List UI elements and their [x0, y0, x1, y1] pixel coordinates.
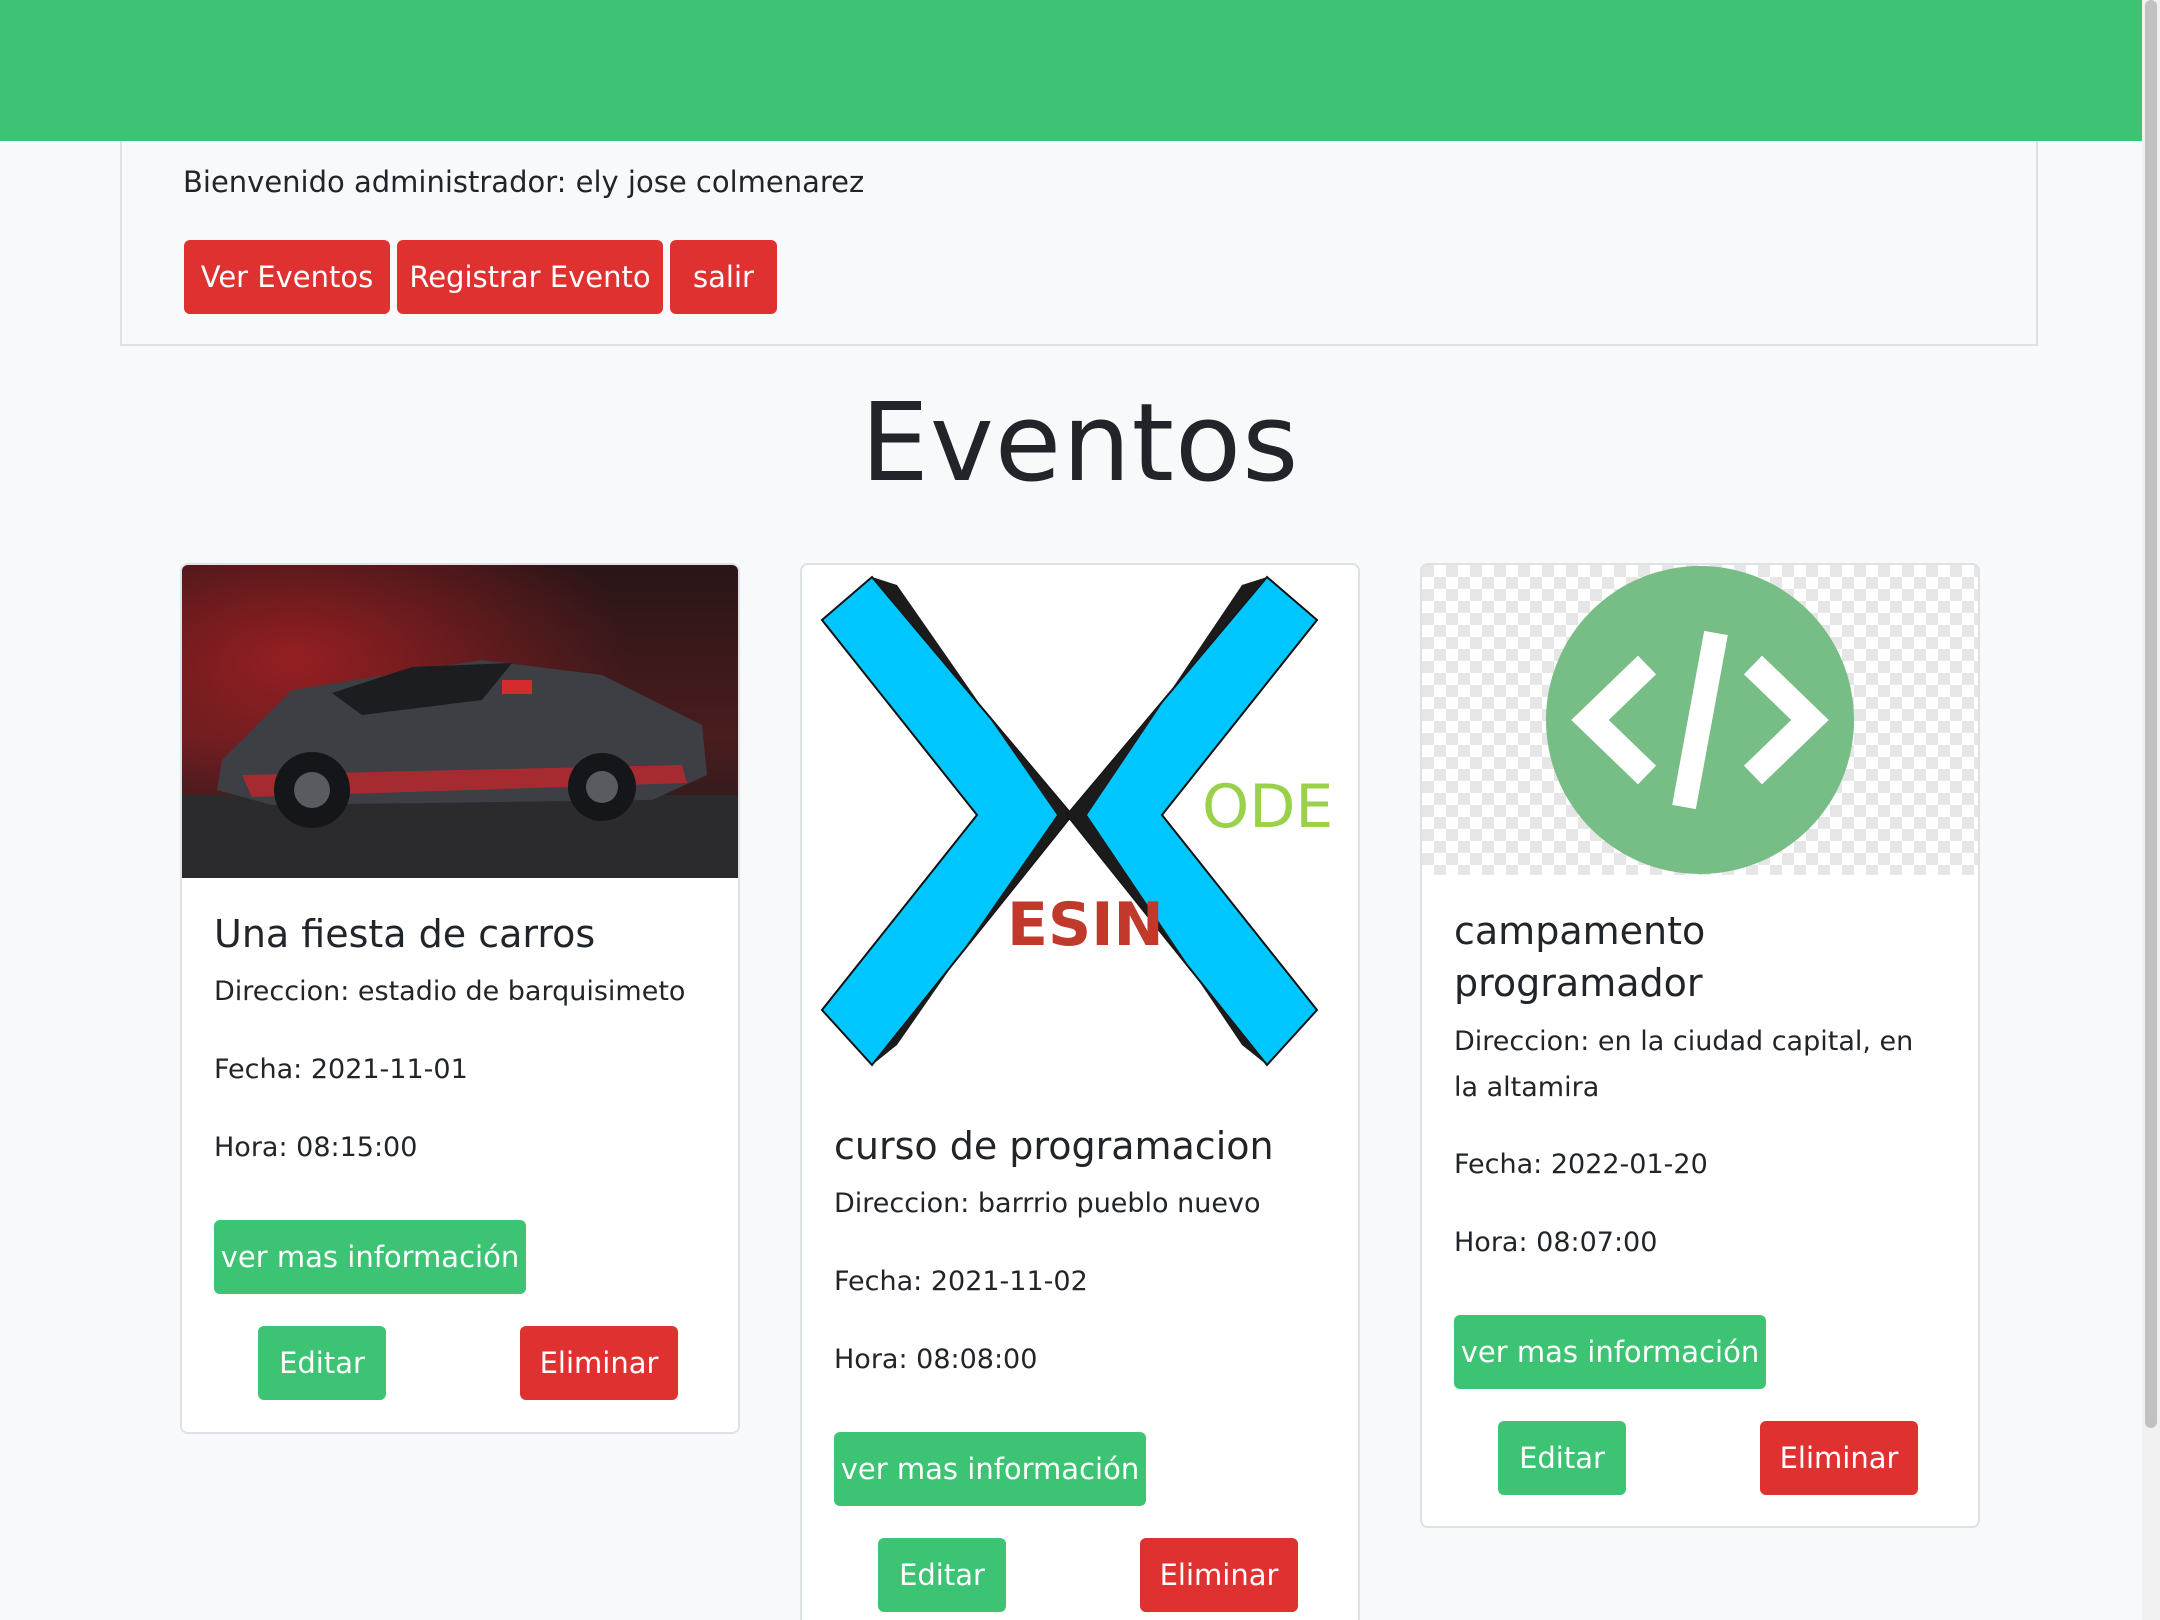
sports-car-image: [182, 565, 738, 878]
ver-mas-informacion-button[interactable]: ver mas información: [1454, 1315, 1766, 1389]
editar-button[interactable]: Editar: [258, 1326, 386, 1400]
logo-text-top: ODE: [1202, 772, 1333, 842]
event-date: Fecha: 2021-11-01: [214, 1054, 468, 1085]
event-address: Direccion: barrrio pueblo nuevo: [834, 1188, 1261, 1219]
ver-eventos-button[interactable]: Ver Eventos: [184, 240, 390, 314]
event-address: Direccion: en la ciudad capital, en la a…: [1454, 1026, 1914, 1103]
event-card: ODE ESIN curso de programacion Direccion…: [800, 563, 1360, 1620]
logo-text-bottom: ESIN: [1007, 890, 1164, 960]
scrollbar-track[interactable]: [2142, 0, 2160, 1620]
salir-button[interactable]: salir: [670, 240, 777, 314]
top-navbar: [0, 0, 2160, 141]
eliminar-button[interactable]: Eliminar: [1140, 1538, 1298, 1612]
ver-mas-informacion-button[interactable]: ver mas información: [214, 1220, 526, 1294]
ver-mas-informacion-button[interactable]: ver mas información: [834, 1432, 1146, 1506]
event-card: Una fiesta de carros Direccion: estadio …: [180, 563, 740, 1434]
eliminar-button[interactable]: Eliminar: [1760, 1421, 1918, 1495]
scrollbar-thumb[interactable]: [2145, 0, 2157, 1428]
event-time: Hora: 08:07:00: [1454, 1227, 1658, 1258]
eliminar-button[interactable]: Eliminar: [520, 1326, 678, 1400]
registrar-evento-button[interactable]: Registrar Evento: [397, 240, 663, 314]
event-title: curso de programacion: [834, 1124, 1274, 1168]
code-icon-image: [1422, 565, 1978, 875]
event-title: Una fiesta de carros: [214, 912, 596, 956]
designcode-logo-image: ODE ESIN: [802, 565, 1358, 1095]
editar-button[interactable]: Editar: [1498, 1421, 1626, 1495]
editar-button[interactable]: Editar: [878, 1538, 1006, 1612]
event-address: Direccion: estadio de barquisimeto: [214, 976, 686, 1007]
event-card: campamento programador Direccion: en la …: [1420, 563, 1980, 1528]
event-date: Fecha: 2022-01-20: [1454, 1149, 1708, 1180]
admin-panel: Bienvenido administrador: ely jose colme…: [120, 141, 2038, 346]
welcome-text: Bienvenido administrador: ely jose colme…: [183, 165, 865, 199]
event-title: campamento programador: [1454, 909, 1706, 1005]
event-time: Hora: 08:08:00: [834, 1344, 1038, 1375]
page-title: Eventos: [860, 381, 1300, 506]
event-date: Fecha: 2021-11-02: [834, 1266, 1088, 1297]
event-time: Hora: 08:15:00: [214, 1132, 418, 1163]
